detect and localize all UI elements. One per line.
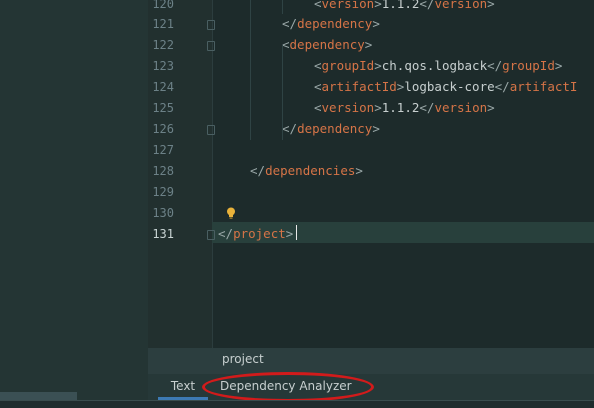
xml-tag-name: artifactId: [321, 79, 397, 94]
fold-marker-icon[interactable]: [207, 230, 215, 240]
indent-guide: [250, 0, 251, 140]
xml-tag-name: groupId: [502, 58, 555, 73]
line-number: 130: [152, 206, 174, 220]
code-token: </: [419, 100, 435, 115]
code-token: 1.1.2: [381, 0, 420, 11]
code-token: >: [487, 100, 495, 115]
code-token: </: [487, 58, 503, 73]
xml-tag-name: artifactI: [509, 79, 578, 94]
code-token: </: [250, 163, 266, 178]
code-token: logback-core: [404, 79, 495, 94]
line-number: 121: [152, 17, 174, 31]
xml-tag-name: dependency: [297, 16, 373, 31]
code-token: ch.qos.logback: [381, 58, 488, 73]
project-tool-window: [0, 0, 148, 408]
xml-tag-name: dependency: [289, 37, 365, 52]
line-number: 127: [152, 143, 174, 157]
code-line[interactable]: <groupId>ch.qos.logback</groupId>: [314, 58, 562, 74]
fold-marker-icon[interactable]: [207, 125, 215, 135]
status-bar-border: [0, 400, 594, 401]
code-token: >: [554, 58, 563, 73]
code-line[interactable]: </dependency>: [282, 16, 380, 32]
code-token: <: [314, 58, 322, 73]
fold-marker-icon[interactable]: [207, 41, 215, 51]
xml-tag-name: version: [321, 0, 375, 11]
line-number: 124: [152, 80, 174, 94]
code-token: >: [487, 0, 495, 11]
indent-guide: [282, 45, 283, 140]
code-token: <: [282, 37, 290, 52]
code-token: <: [314, 0, 322, 11]
code-token: 1.1.2: [381, 100, 420, 115]
code-token: <: [314, 79, 322, 94]
code-token: >: [374, 58, 382, 73]
line-number: 131: [152, 227, 174, 241]
code-token: <: [314, 100, 322, 115]
fold-marker-icon[interactable]: [207, 20, 215, 30]
code-token: </: [419, 0, 435, 11]
line-number: 123: [152, 59, 174, 73]
xml-tag-name: version: [321, 100, 375, 115]
code-token: </: [494, 79, 510, 94]
code-token: >: [374, 100, 382, 115]
code-line[interactable]: <dependency>: [282, 37, 372, 53]
xml-tag-name: version: [434, 0, 488, 11]
xml-tag-name: version: [434, 100, 488, 115]
code-line[interactable]: </project>: [218, 226, 293, 242]
code-token: </: [282, 121, 298, 136]
horizontal-scrollbar[interactable]: [0, 392, 77, 400]
code-line[interactable]: </dependency>: [282, 121, 380, 137]
lightbulb-icon[interactable]: [226, 207, 236, 219]
xml-tag-name: dependency: [297, 121, 373, 136]
code-line[interactable]: </dependencies>: [250, 163, 363, 179]
annotation-ellipse: [202, 372, 374, 402]
code-token: >: [372, 16, 380, 31]
code-token: >: [355, 163, 363, 178]
line-number: 120: [152, 0, 174, 11]
code-token: >: [372, 121, 380, 136]
code-line[interactable]: <version>1.1.2</version>: [314, 100, 495, 116]
text-caret: [296, 225, 297, 240]
line-number: 122: [152, 38, 174, 52]
code-line[interactable]: <artifactId>logback-core</artifactI: [314, 79, 577, 95]
status-bar: [0, 400, 594, 408]
code-token: >: [364, 37, 373, 52]
code-token: >: [374, 0, 382, 11]
code-token: </: [282, 16, 298, 31]
code-token: </: [218, 226, 234, 241]
line-number: 126: [152, 122, 174, 136]
code-line[interactable]: <version>1.1.2</version>: [314, 0, 495, 12]
line-number: 129: [152, 185, 174, 199]
line-number: 125: [152, 101, 174, 115]
xml-tag-name: project: [233, 226, 286, 241]
code-token: >: [285, 226, 294, 241]
breadcrumb[interactable]: project: [222, 352, 264, 366]
indent-guide: [282, 0, 283, 14]
gutter-separator: [212, 0, 213, 348]
xml-tag-name: groupId: [321, 58, 375, 73]
line-number: 128: [152, 164, 174, 178]
xml-tag-name: dependencies: [265, 163, 356, 178]
